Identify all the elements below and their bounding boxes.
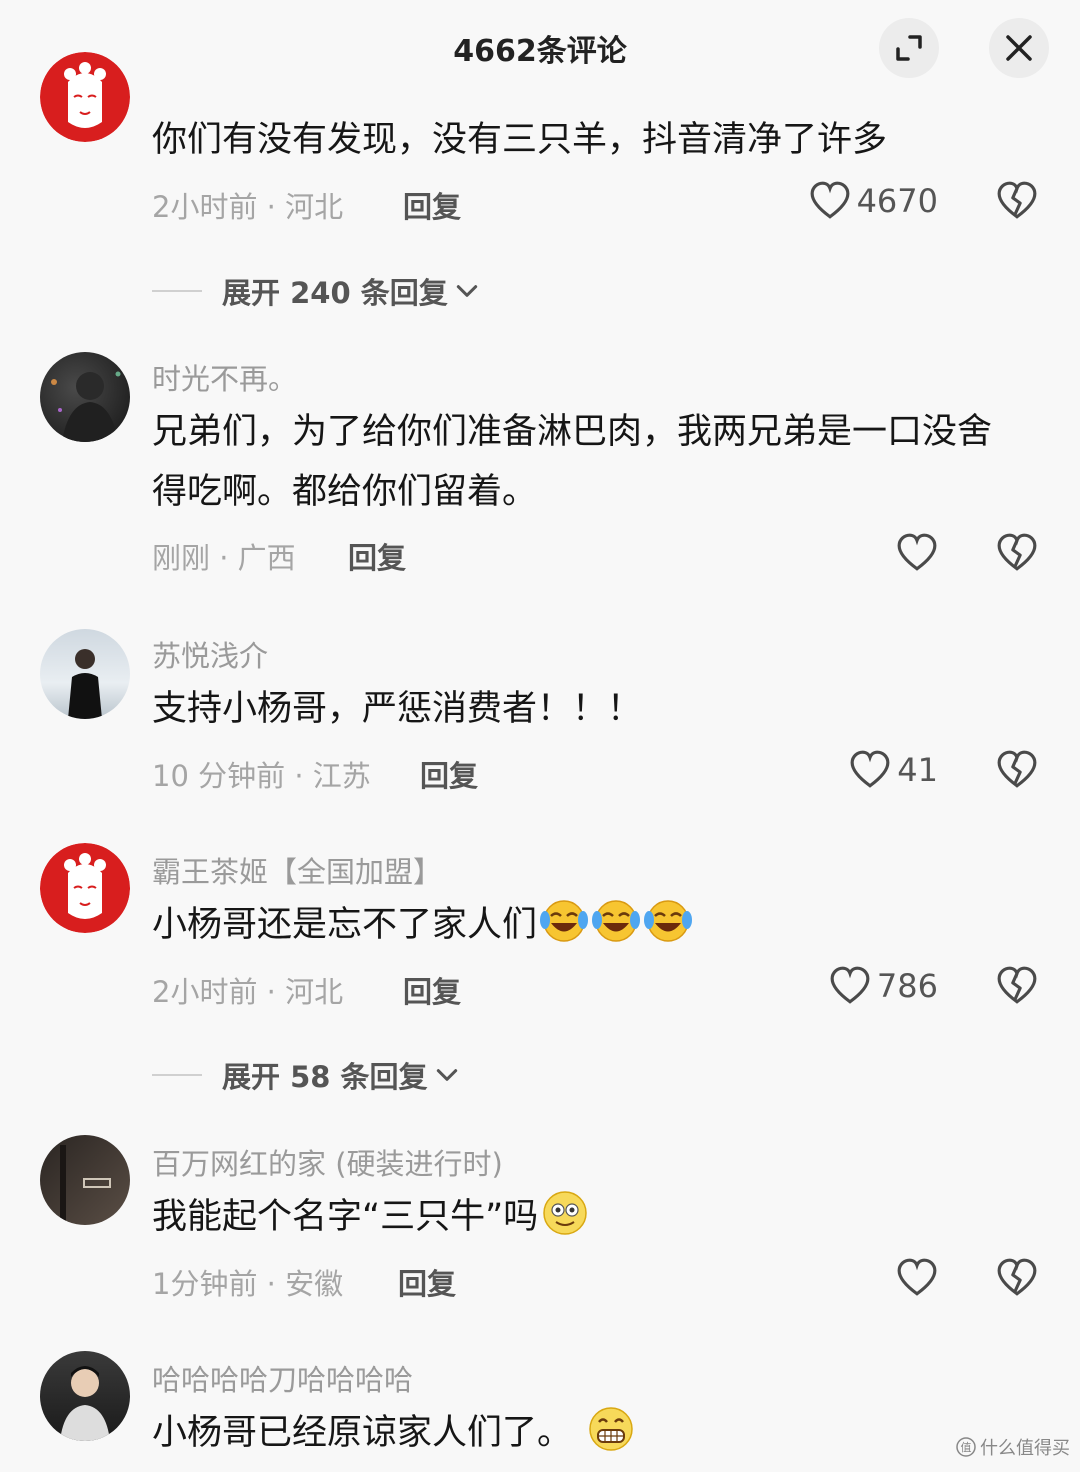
broken-heart-icon	[996, 1257, 1038, 1299]
comments-header: 4662条评论	[0, 0, 1080, 96]
divider-line	[152, 290, 202, 292]
broken-heart-icon	[996, 532, 1038, 574]
heart-icon	[849, 749, 891, 791]
comment-text-row: 小杨哥已经原谅家人们了。	[152, 1403, 1052, 1463]
dislike-button[interactable]	[996, 1257, 1038, 1303]
heart-icon	[896, 532, 938, 574]
reply-button[interactable]: 回复	[403, 969, 461, 1011]
dislike-button[interactable]	[996, 532, 1038, 578]
dislike-button[interactable]	[996, 965, 1038, 1011]
expand-button[interactable]	[879, 18, 939, 78]
close-icon	[1006, 35, 1032, 61]
opera-mask-avatar-icon	[40, 843, 130, 933]
watermark: 值 什么值得买	[956, 1434, 1070, 1460]
watermark-text: 什么值得买	[980, 1438, 1070, 1459]
laugh-cry-emoji-icon	[643, 896, 693, 946]
comment-time-location: 2小时前 · 河北	[152, 190, 344, 224]
comment-text-row: 我能起个名字“三只牛”吗	[152, 1187, 1052, 1247]
comment-text: 你们有没有发现，没有三只羊，抖音清净了许多	[152, 120, 888, 160]
heart-icon	[896, 1257, 938, 1299]
like-button[interactable]: 786	[829, 965, 938, 1007]
door-photo-avatar-icon	[60, 1145, 111, 1225]
comment-time-location: 10 分钟前 · 江苏	[152, 759, 371, 793]
comment-time-location: 1分钟前 · 安徽	[152, 1267, 344, 1301]
person-photo-avatar-icon	[68, 649, 102, 719]
comment-username[interactable]: 百万网红的家 (硬装进行时)	[152, 1141, 503, 1183]
expand-replies-label: 展开 58 条回复	[222, 1060, 428, 1094]
reply-button[interactable]: 回复	[398, 1261, 456, 1303]
like-count: 4670	[856, 182, 938, 220]
avatar[interactable]	[40, 352, 130, 442]
comment-text: 我能起个名字“三只牛”吗	[152, 1197, 539, 1237]
reply-button[interactable]: 回复	[420, 753, 478, 795]
avatar[interactable]	[40, 629, 130, 719]
chevron-down-icon	[454, 278, 480, 304]
laugh-cry-emoji-icon	[539, 896, 589, 946]
comment-username[interactable]: 苏悦浅介	[152, 633, 268, 675]
broken-heart-icon	[996, 749, 1038, 791]
comment-time-location: 刚刚 · 广西	[152, 541, 296, 575]
broken-heart-icon	[996, 965, 1038, 1007]
heart-icon	[829, 965, 871, 1007]
laugh-cry-emoji-icon	[591, 896, 641, 946]
comment-text: 支持小杨哥，严惩消费者！！！	[152, 689, 643, 729]
opera-mask-avatar-icon	[40, 52, 130, 142]
dislike-button[interactable]	[996, 180, 1038, 226]
like-count: 41	[897, 751, 938, 789]
avatar[interactable]	[40, 1135, 130, 1225]
chevron-down-icon	[434, 1062, 460, 1088]
reply-button[interactable]: 回复	[348, 535, 406, 577]
like-button[interactable]: 4670	[809, 180, 938, 222]
like-count: 786	[876, 967, 938, 1005]
comment-time-location: 2小时前 · 河北	[152, 975, 344, 1009]
comment-username[interactable]: 霸王茶姬【全国加盟】	[152, 849, 442, 891]
broken-heart-icon	[996, 180, 1038, 222]
expand-icon	[896, 35, 922, 61]
comment-username[interactable]: 哈哈哈哈刀哈哈哈哈	[152, 1357, 413, 1399]
dark-photo-avatar-icon	[51, 371, 121, 442]
divider-line	[152, 1074, 202, 1076]
heart-icon	[809, 180, 851, 222]
avatar[interactable]	[40, 1351, 130, 1441]
like-button[interactable]: 41	[849, 749, 938, 791]
dislike-button[interactable]	[996, 749, 1038, 795]
smzdm-logo-icon: 值	[956, 1437, 976, 1457]
like-button[interactable]	[896, 532, 938, 574]
comment-text: 兄弟们，为了给你们准备淋巴肉，我两兄弟是一口没舍	[152, 412, 993, 452]
close-button[interactable]	[989, 18, 1049, 78]
reply-button[interactable]: 回复	[403, 184, 461, 226]
grin-emoji-icon	[586, 1404, 636, 1454]
avatar[interactable]	[40, 52, 130, 142]
comment-text: 小杨哥已经原谅家人们了。	[152, 1413, 573, 1453]
comment-text: 小杨哥还是忘不了家人们	[152, 905, 538, 945]
comment-text-line-2: 得吃啊。都给你们留着。	[152, 472, 538, 512]
avatar[interactable]	[40, 843, 130, 933]
comment-text-row: 小杨哥还是忘不了家人们	[152, 895, 1052, 955]
expand-replies-button[interactable]: 展开 58 条回复	[152, 1054, 460, 1096]
svg-text:值: 值	[961, 1441, 972, 1454]
expand-replies-button[interactable]: 展开 240 条回复	[152, 270, 480, 312]
person-photo-avatar-icon	[60, 1366, 110, 1441]
comment-username[interactable]: 时光不再。	[152, 356, 297, 398]
expand-replies-label: 展开 240 条回复	[222, 276, 448, 310]
dizzy-smile-emoji-icon	[540, 1188, 590, 1238]
like-button[interactable]	[896, 1257, 938, 1299]
